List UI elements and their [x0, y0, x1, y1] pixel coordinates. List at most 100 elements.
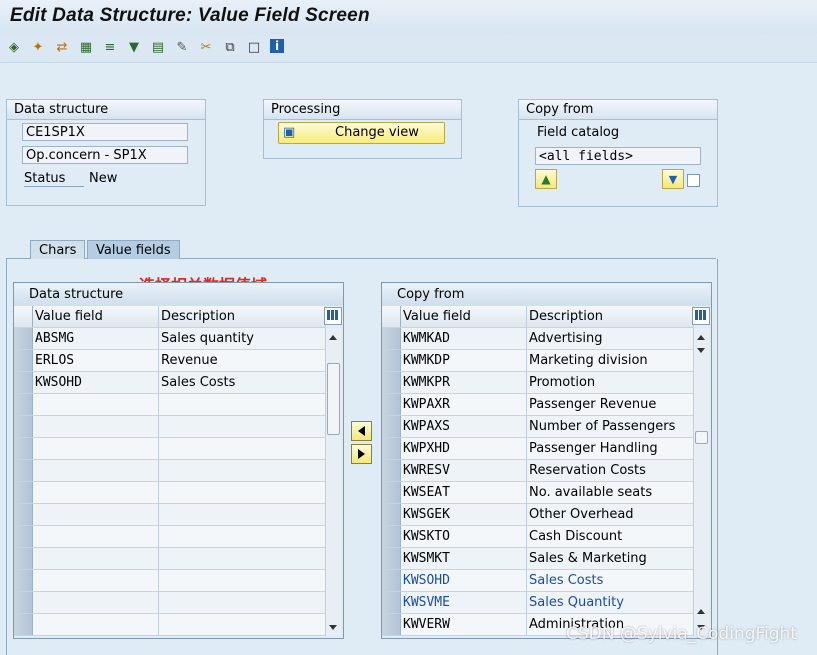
- row-selector[interactable]: [14, 503, 33, 526]
- column-header-value-field[interactable]: Value field: [32, 306, 159, 328]
- scroll-up-icon[interactable]: [329, 335, 337, 340]
- value-field-cell[interactable]: KWVERW: [400, 613, 527, 636]
- hierarchy-icon[interactable]: ◈: [6, 39, 22, 55]
- select-all-rows[interactable]: [382, 306, 401, 328]
- table-row[interactable]: KWPXHD Passenger Handling: [382, 437, 694, 460]
- table-row[interactable]: [14, 525, 326, 548]
- description-cell[interactable]: [158, 547, 326, 570]
- value-field-cell[interactable]: KWPXHD: [400, 437, 527, 460]
- table-row[interactable]: [14, 437, 326, 460]
- value-field-cell[interactable]: KWSMKT: [400, 547, 527, 570]
- description-cell[interactable]: [158, 525, 326, 548]
- row-selector[interactable]: [14, 569, 33, 592]
- description-cell[interactable]: [158, 569, 326, 592]
- cut-icon[interactable]: ✂: [198, 39, 214, 55]
- info-icon[interactable]: i: [270, 39, 284, 53]
- table-row[interactable]: KWMKPR Promotion: [382, 371, 694, 394]
- table-row[interactable]: KWRESV Reservation Costs: [382, 459, 694, 482]
- row-selector[interactable]: [14, 547, 33, 570]
- value-field-cell[interactable]: KWSOHD: [32, 371, 159, 394]
- filter-icon[interactable]: ▼: [662, 169, 684, 189]
- description-cell[interactable]: [158, 503, 326, 526]
- row-selector[interactable]: [382, 481, 401, 504]
- select-block-icon[interactable]: ▦: [78, 39, 94, 55]
- table-row[interactable]: [14, 591, 326, 614]
- value-field-cell[interactable]: [32, 459, 159, 482]
- row-selector[interactable]: [382, 547, 401, 570]
- filter-icon[interactable]: ▼: [126, 39, 142, 55]
- value-field-cell[interactable]: [32, 613, 159, 636]
- description-cell[interactable]: Sales Costs: [526, 569, 694, 592]
- row-selector[interactable]: [382, 415, 401, 438]
- column-header-description[interactable]: Description: [158, 306, 326, 328]
- description-cell[interactable]: Sales quantity: [158, 327, 326, 350]
- value-field-cell[interactable]: [32, 503, 159, 526]
- tab-chars[interactable]: Chars: [30, 240, 86, 260]
- description-cell[interactable]: [158, 437, 326, 460]
- table-row[interactable]: KWSOHD Sales Costs: [14, 371, 326, 394]
- table-row[interactable]: KWSEAT No. available seats: [382, 481, 694, 504]
- row-selector[interactable]: [14, 393, 33, 416]
- row-selector[interactable]: [382, 437, 401, 460]
- description-cell[interactable]: [158, 613, 326, 636]
- detail-icon[interactable]: ▤: [150, 39, 166, 55]
- description-cell[interactable]: [158, 415, 326, 438]
- scrollbar-thumb[interactable]: [327, 363, 340, 435]
- column-layout-icon[interactable]: [324, 307, 342, 325]
- column-header-description[interactable]: Description: [526, 306, 694, 328]
- description-cell[interactable]: Sales Quantity: [526, 591, 694, 614]
- structure-description-field[interactable]: Op.concern - SP1X: [22, 146, 188, 164]
- field-catalog-field[interactable]: <all fields>: [535, 147, 701, 165]
- table-row[interactable]: [14, 481, 326, 504]
- description-cell[interactable]: [158, 591, 326, 614]
- scroll-down-icon[interactable]: [329, 625, 337, 630]
- table-row[interactable]: [14, 415, 326, 438]
- value-field-cell[interactable]: [32, 415, 159, 438]
- description-cell[interactable]: Cash Discount: [526, 525, 694, 548]
- description-cell[interactable]: Passenger Revenue: [526, 393, 694, 416]
- table-row[interactable]: [14, 393, 326, 416]
- description-cell[interactable]: Promotion: [526, 371, 694, 394]
- value-field-cell[interactable]: [32, 569, 159, 592]
- value-field-cell[interactable]: KWPAXR: [400, 393, 527, 416]
- description-cell[interactable]: Reservation Costs: [526, 459, 694, 482]
- description-cell[interactable]: [158, 459, 326, 482]
- row-selector[interactable]: [14, 371, 33, 394]
- move-left-button[interactable]: [351, 421, 372, 441]
- value-field-cell[interactable]: ABSMG: [32, 327, 159, 350]
- value-field-cell[interactable]: KWRESV: [400, 459, 527, 482]
- table-row[interactable]: KWSOHD Sales Costs: [382, 569, 694, 592]
- table-row[interactable]: [14, 547, 326, 570]
- description-cell[interactable]: Passenger Handling: [526, 437, 694, 460]
- value-field-cell[interactable]: KWSEAT: [400, 481, 527, 504]
- table-row[interactable]: KWSVME Sales Quantity: [382, 591, 694, 614]
- row-selector[interactable]: [382, 327, 401, 350]
- description-cell[interactable]: [158, 393, 326, 416]
- structure-name-field[interactable]: CE1SP1X: [22, 123, 188, 141]
- value-field-cell[interactable]: KWMKDP: [400, 349, 527, 372]
- scrollbar-thumb[interactable]: [695, 431, 708, 444]
- table-row[interactable]: [14, 613, 326, 636]
- table-row[interactable]: ERLOS Revenue: [14, 349, 326, 372]
- row-selector[interactable]: [14, 349, 33, 372]
- value-field-cell[interactable]: [32, 525, 159, 548]
- change-view-button[interactable]: ▣ Change view: [278, 122, 445, 144]
- value-field-cell[interactable]: KWMKPR: [400, 371, 527, 394]
- row-selector[interactable]: [382, 591, 401, 614]
- row-selector[interactable]: [382, 525, 401, 548]
- right-table-scrollbar[interactable]: [693, 328, 709, 636]
- description-cell[interactable]: Revenue: [158, 349, 326, 372]
- description-cell[interactable]: Advertising: [526, 327, 694, 350]
- align-icon[interactable]: ≡: [102, 39, 118, 55]
- value-field-cell[interactable]: [32, 547, 159, 570]
- table-row[interactable]: KWSGEK Other Overhead: [382, 503, 694, 526]
- edit-icon[interactable]: ✎: [174, 39, 190, 55]
- table-row[interactable]: KWMKAD Advertising: [382, 327, 694, 350]
- description-cell[interactable]: Number of Passengers: [526, 415, 694, 438]
- tab-value-fields[interactable]: Value fields: [87, 240, 180, 260]
- description-cell[interactable]: [158, 481, 326, 504]
- row-selector[interactable]: [14, 415, 33, 438]
- description-cell[interactable]: Sales Costs: [158, 371, 326, 394]
- value-field-cell[interactable]: KWSKTO: [400, 525, 527, 548]
- row-selector[interactable]: [14, 481, 33, 504]
